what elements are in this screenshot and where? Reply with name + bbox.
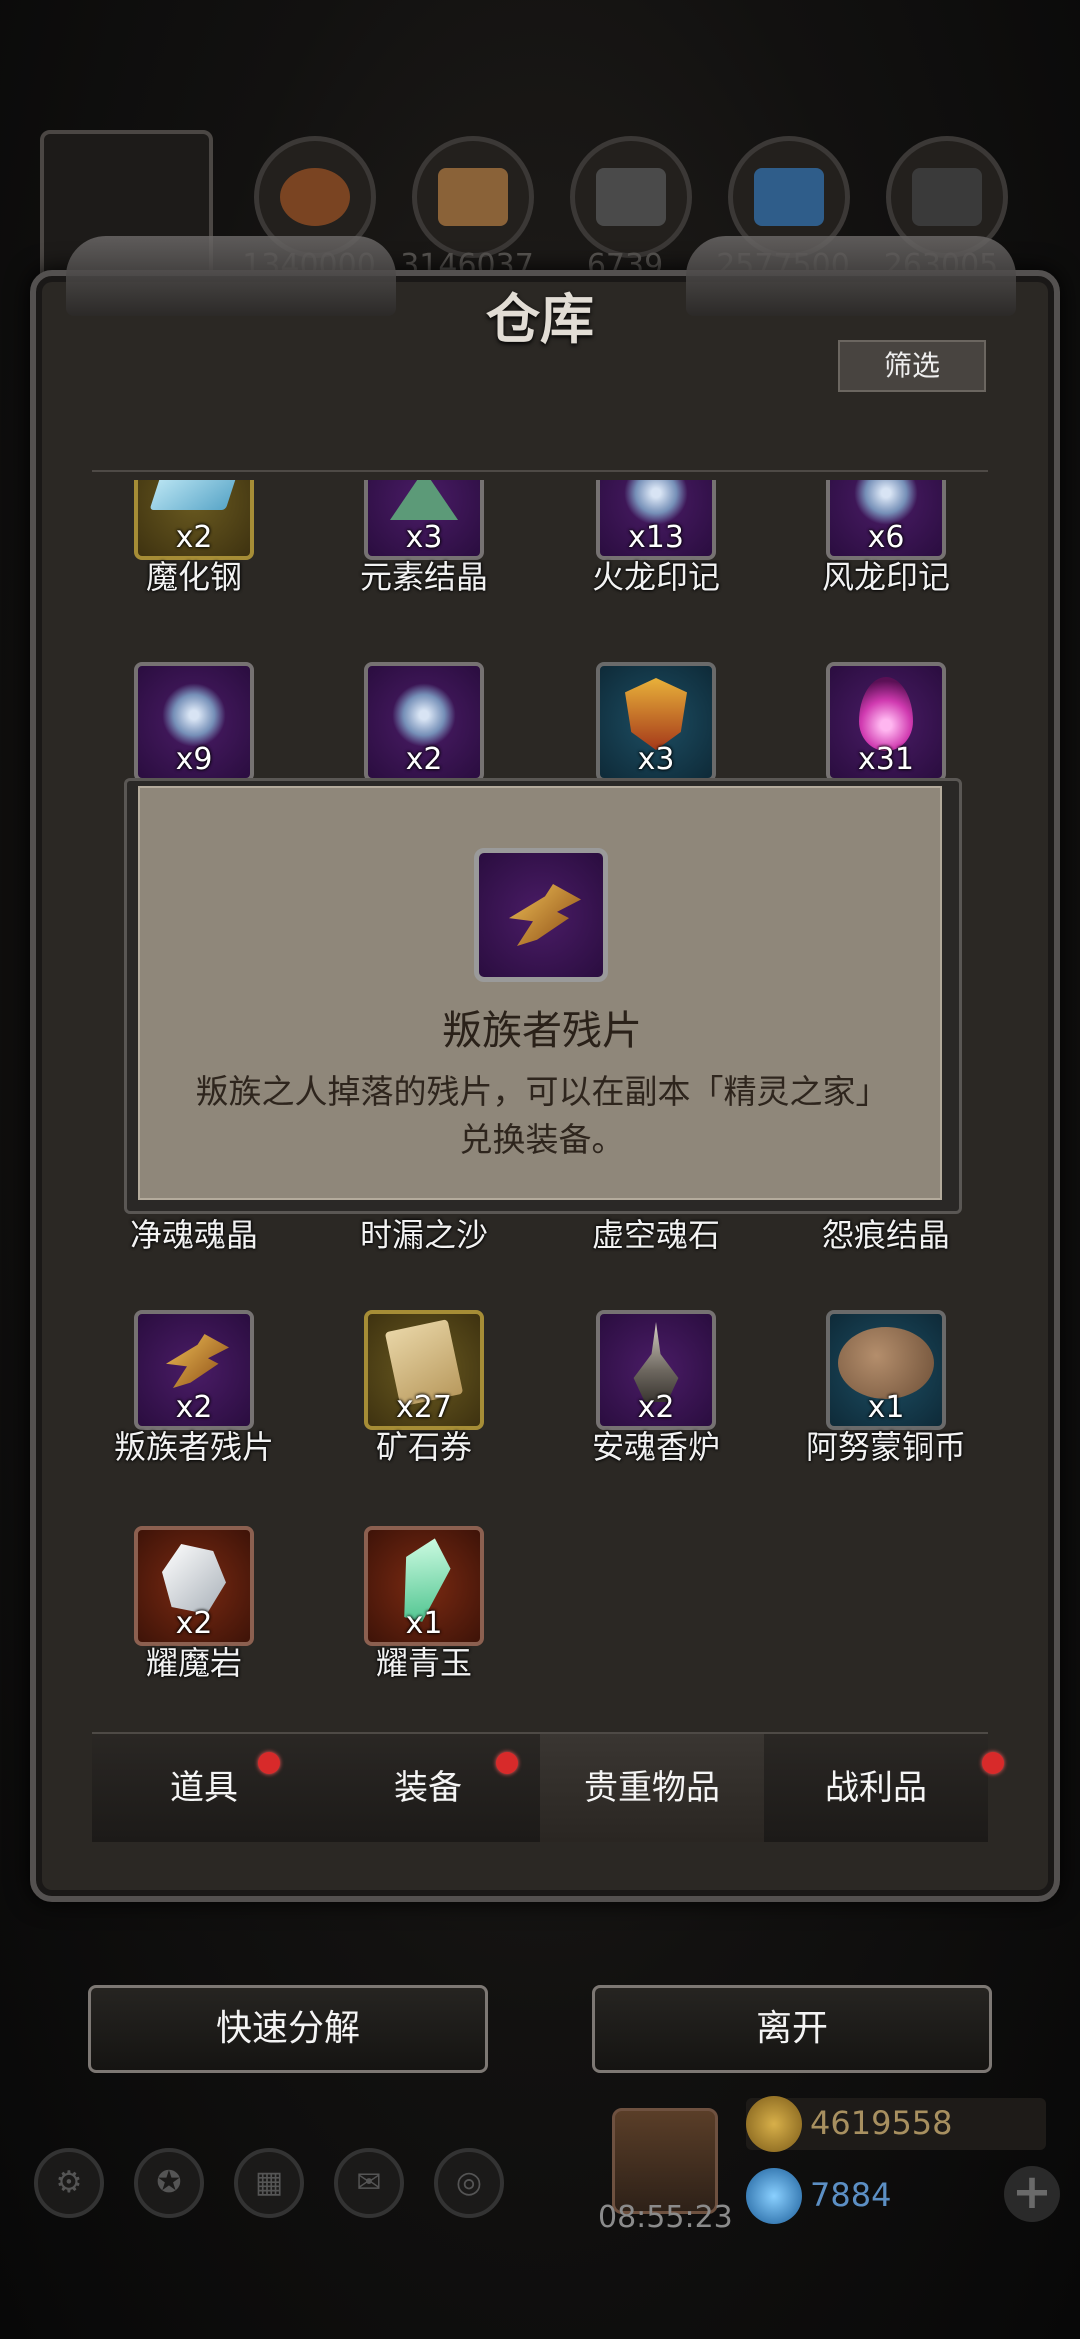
item-count: x1 (405, 1606, 443, 1641)
notification-dot (258, 1752, 280, 1774)
item-count: x2 (175, 1606, 213, 1641)
item-cell[interactable]: x2 安魂香炉 (554, 1310, 784, 1480)
notification-dot (982, 1752, 1004, 1774)
tab-label: 道具 (170, 1768, 238, 1808)
tab-items[interactable]: 道具 (92, 1734, 316, 1842)
item-cell[interactable]: x3 元素结晶 (322, 480, 552, 610)
item-name: 怨痕结晶 (821, 1216, 950, 1254)
tab-label: 战利品 (825, 1768, 927, 1808)
page-title: 仓库 (486, 287, 594, 351)
quick-decompose-button[interactable]: 快速分解 (88, 1985, 488, 2073)
item-name: 安魂香炉 (591, 1428, 720, 1466)
timer: 08:55:23 (598, 2200, 733, 2235)
item-name: 耀青玉 (375, 1644, 472, 1682)
item-cell[interactable]: x6 风龙印记 (784, 480, 988, 610)
add-currency-button[interactable]: + (1004, 2166, 1060, 2222)
gem-amount: 7884 (810, 2176, 892, 2214)
swirl-icon (624, 480, 688, 525)
item-cell[interactable]: x2 耀魔岩 (92, 1526, 322, 1696)
item-cell[interactable]: x2 叛族者残片 (92, 1310, 322, 1480)
ingot-icon (149, 480, 239, 510)
item-count: x13 (628, 520, 684, 555)
divider (92, 470, 988, 472)
shard-icon (166, 1334, 229, 1388)
item-count: x2 (405, 742, 443, 777)
shield-icon (625, 678, 687, 750)
item-cell[interactable]: x13 火龙印记 (554, 480, 784, 610)
gem-counter: 7884 (746, 2168, 1046, 2224)
item-count: x31 (858, 742, 914, 777)
gem-icon (746, 2168, 802, 2224)
item-count: x3 (405, 520, 443, 555)
settings-icon[interactable]: ⚙ (34, 2148, 104, 2218)
gold-amount: 4619558 (810, 2104, 953, 2142)
category-tabs: 道具 装备 贵重物品 战利品 (92, 1734, 1004, 1842)
tab-valuables[interactable]: 贵重物品 (540, 1734, 764, 1842)
tooltip-description: 叛族之人掉落的残片，可以在副本「精灵之家」兑换装备。 (195, 1072, 889, 1159)
rock-icon (162, 1544, 226, 1614)
coin-icon (838, 1327, 934, 1399)
gold-coin-icon (746, 2096, 802, 2152)
item-tooltip[interactable]: 叛族者残片 叛族之人掉落的残片，可以在副本「精灵之家」兑换装备。 (138, 786, 942, 1200)
tooltip-item-slot (474, 848, 608, 982)
star-icon[interactable]: ✪ (134, 2148, 204, 2218)
item-cell[interactable]: x27 矿石券 (322, 1310, 552, 1480)
bag-icon[interactable]: ▦ (234, 2148, 304, 2218)
item-count: x3 (637, 742, 675, 777)
item-cell[interactable]: x1 耀青玉 (322, 1526, 552, 1696)
mail-icon[interactable]: ✉ (334, 2148, 404, 2218)
shard-icon (509, 884, 581, 946)
item-count: x2 (175, 520, 213, 555)
item-name: 元素结晶 (359, 558, 488, 596)
item-cell[interactable]: x1 阿努蒙铜币 (784, 1310, 988, 1480)
gold-counter: 4619558 (746, 2096, 1046, 2152)
flame-icon (859, 677, 913, 751)
notification-dot (496, 1752, 518, 1774)
filter-button[interactable]: 筛选 (838, 340, 986, 392)
frame-ornament-left (66, 236, 396, 316)
item-count: x27 (396, 1390, 452, 1425)
item-name: 时漏之沙 (359, 1216, 488, 1254)
tab-loot[interactable]: 战利品 (764, 1734, 988, 1842)
resource-plank-icon[interactable] (412, 136, 534, 258)
tooltip-title: 叛族者残片 (442, 1008, 642, 1054)
crystal-icon (390, 480, 458, 520)
resource-iron-icon[interactable] (570, 136, 692, 258)
tab-label: 装备 (394, 1768, 462, 1808)
swirl-icon (392, 683, 456, 747)
swirl-icon (162, 683, 226, 747)
gift-icon[interactable] (612, 2108, 718, 2214)
item-count: x2 (637, 1390, 675, 1425)
item-name: 虚空魂石 (591, 1216, 720, 1254)
leave-button[interactable]: 离开 (592, 1985, 992, 2073)
item-count: x1 (867, 1390, 905, 1425)
item-count: x9 (175, 742, 213, 777)
item-name: 魔化钢 (145, 558, 242, 596)
frame-ornament-right (686, 236, 1016, 316)
item-name: 净魂魂晶 (129, 1216, 258, 1254)
item-name: 风龙印记 (821, 558, 950, 596)
item-name: 阿努蒙铜币 (805, 1428, 966, 1466)
item-count: x2 (175, 1390, 213, 1425)
item-name: 耀魔岩 (145, 1644, 242, 1682)
item-name: 叛族者残片 (113, 1428, 274, 1466)
item-cell[interactable]: x2 魔化钢 (92, 480, 322, 610)
tab-equipment[interactable]: 装备 (316, 1734, 540, 1842)
item-name: 矿石券 (375, 1428, 472, 1466)
map-icon[interactable]: ◎ (434, 2148, 504, 2218)
tab-label: 贵重物品 (584, 1768, 720, 1808)
item-name: 火龙印记 (591, 558, 720, 596)
item-count: x6 (867, 520, 905, 555)
swirl-icon (854, 480, 918, 525)
